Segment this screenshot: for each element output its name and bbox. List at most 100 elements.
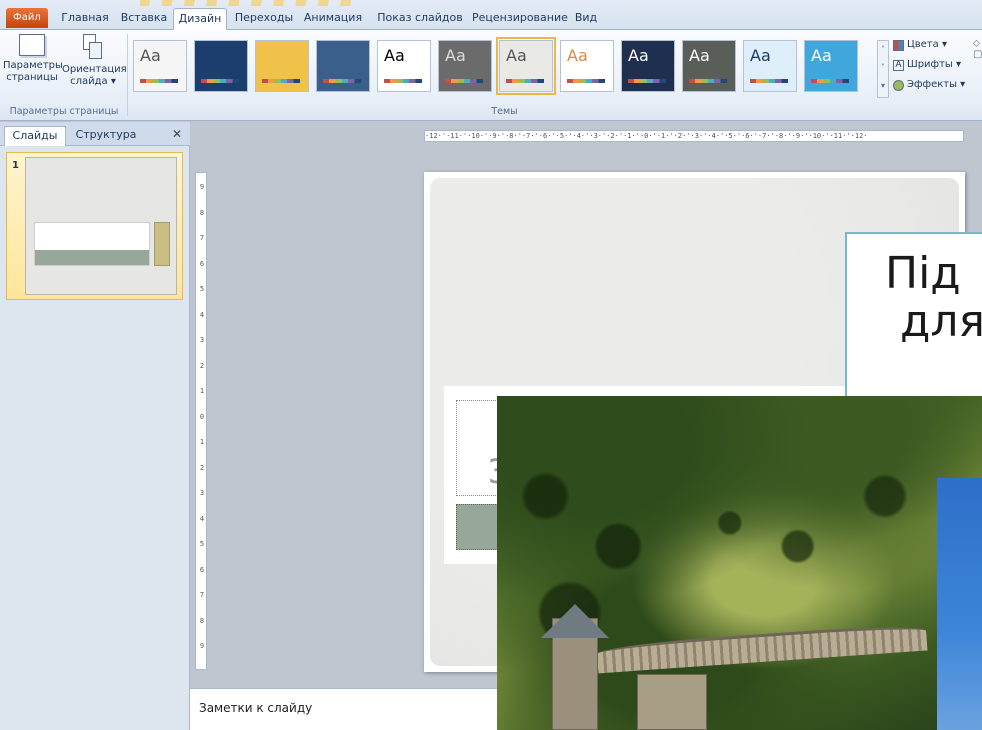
theme-thumbnail[interactable]: Aa bbox=[438, 40, 492, 92]
effects-icon bbox=[893, 79, 904, 91]
theme-effects-label: Эффекты ▾ bbox=[907, 79, 966, 90]
tab-transitions[interactable]: Переходы bbox=[232, 8, 296, 30]
vertical-ruler-tick: 2 bbox=[199, 463, 205, 472]
vertical-ruler-tick: 4 bbox=[199, 514, 205, 523]
theme-sample-text: Aa bbox=[750, 46, 771, 65]
theme-sample-text: Aa bbox=[445, 46, 466, 65]
theme-sample-text: Aa bbox=[567, 46, 588, 65]
theme-sample-text: Aa bbox=[811, 46, 832, 65]
theme-thumbnail[interactable] bbox=[194, 40, 248, 92]
slides-pane: Слайды Структура ✕ 1 bbox=[0, 122, 190, 730]
vertical-ruler-tick: 4 bbox=[199, 310, 205, 319]
vertical-ruler-tick: 8 bbox=[199, 616, 205, 625]
theme-color-strip bbox=[445, 79, 483, 83]
palette-icon bbox=[893, 39, 904, 51]
theme-sample-text: Aa bbox=[506, 46, 527, 65]
vertical-ruler-tick: 1 bbox=[199, 387, 205, 395]
theme-effects-button[interactable]: Эффекты ▾ bbox=[893, 75, 973, 95]
slide-number: 1 bbox=[12, 160, 19, 171]
vertical-ruler-tick: 0 bbox=[199, 412, 205, 421]
theme-colors-button[interactable]: Цвета ▾ bbox=[893, 35, 973, 55]
close-icon[interactable]: ✕ bbox=[172, 127, 182, 141]
ribbon-tab-bar: Файл Главная Вставка Дизайн Переходы Ани… bbox=[0, 0, 982, 31]
theme-thumbnail[interactable]: Aa bbox=[560, 40, 614, 92]
slide-orientation-label: Ориентация слайда ▾ bbox=[62, 64, 127, 87]
caption-line-2: для bbox=[900, 296, 982, 347]
tab-design[interactable]: Дизайн bbox=[173, 8, 227, 31]
page-setup-group-label: Параметры страницы bbox=[9, 106, 119, 117]
theme-sample-text: Aa bbox=[689, 46, 710, 65]
tab-outline[interactable]: Структура bbox=[70, 126, 142, 146]
vertical-ruler-tick: 3 bbox=[199, 489, 205, 497]
photo-sky-strip bbox=[937, 478, 982, 730]
tab-slideshow[interactable]: Показ слайдов bbox=[371, 8, 469, 30]
page-setup-label: Параметры страницы bbox=[3, 60, 63, 83]
horizontal-ruler[interactable]: ·12·'·11·'·10·'·9·'·8·'·7·'·6·'·5·'·4·'·… bbox=[424, 130, 964, 142]
vertical-ruler-tick: 8 bbox=[199, 208, 205, 217]
vertical-ruler-tick: 7 bbox=[199, 234, 205, 242]
slide-thumbnail-selected[interactable]: 1 bbox=[6, 152, 183, 300]
theme-thumbnail[interactable]: Aa bbox=[377, 40, 431, 92]
theme-sample-text: Aa bbox=[628, 46, 649, 65]
ribbon-design: Параметры страницы Ориентация слайда ▾ П… bbox=[0, 30, 982, 121]
tab-slides[interactable]: Слайды bbox=[4, 126, 66, 146]
theme-thumbnail[interactable]: Aa bbox=[496, 37, 556, 95]
group-separator bbox=[127, 34, 128, 116]
theme-thumbnail[interactable]: Aa bbox=[621, 40, 675, 92]
theme-color-strip bbox=[750, 79, 788, 83]
photo-tower-roof bbox=[541, 604, 609, 638]
tab-home[interactable]: Главная bbox=[58, 8, 112, 30]
theme-color-strip bbox=[811, 79, 849, 83]
page-setup-icon bbox=[19, 34, 45, 56]
title-bar-decoration bbox=[140, 0, 360, 6]
vertical-ruler-tick: 3 bbox=[199, 336, 205, 344]
theme-thumbnail[interactable]: Aa bbox=[682, 40, 736, 92]
caption-line-1: Під bbox=[885, 248, 961, 299]
tab-view[interactable]: Вид bbox=[571, 8, 601, 30]
slide-orientation-icon bbox=[83, 34, 103, 60]
photo-building bbox=[637, 674, 707, 730]
theme-color-strip bbox=[628, 79, 666, 83]
vertical-ruler-tick: 6 bbox=[199, 565, 205, 574]
tab-animation[interactable]: Анимация bbox=[300, 8, 366, 30]
theme-color-strip bbox=[201, 79, 239, 83]
theme-color-strip bbox=[140, 79, 178, 83]
theme-color-strip bbox=[506, 79, 544, 83]
tab-insert[interactable]: Вставка bbox=[117, 8, 171, 30]
theme-options: Цвета ▾ A Шрифты ▾ Эффекты ▾ bbox=[893, 35, 973, 95]
vertical-ruler[interactable]: 9 8 7 6 5 4 3 2 1 0 1 2 3 4 5 6 7 8 9 bbox=[195, 172, 207, 670]
slide-orientation-button[interactable]: Ориентация слайда ▾ bbox=[62, 34, 127, 88]
font-icon: A bbox=[893, 59, 904, 71]
vertical-ruler-tick: 1 bbox=[199, 438, 205, 446]
vertical-ruler-tick: 9 bbox=[199, 642, 205, 650]
theme-color-strip bbox=[689, 79, 727, 83]
thumbnail-subtitle-band bbox=[35, 250, 149, 265]
background-styles-icon[interactable]: ⬦ ▢ bbox=[973, 38, 982, 78]
slide-thumbnail[interactable] bbox=[25, 157, 177, 295]
themes-gallery-scroll[interactable]: ˄ ˅ ▾ bbox=[877, 40, 889, 98]
themes-group-label: Темы bbox=[491, 106, 518, 117]
theme-color-strip bbox=[323, 79, 361, 83]
vertical-ruler-tick: 7 bbox=[199, 591, 205, 599]
theme-color-strip bbox=[384, 79, 422, 83]
theme-fonts-button[interactable]: A Шрифты ▾ bbox=[893, 55, 973, 75]
tab-review[interactable]: Рецензирование bbox=[472, 8, 568, 30]
vertical-ruler-tick: 2 bbox=[199, 361, 205, 370]
theme-sample-text: Aa bbox=[384, 46, 405, 65]
castle-landscape-photo bbox=[497, 396, 982, 730]
vertical-ruler-tick: 5 bbox=[199, 540, 205, 548]
vertical-ruler-tick: 6 bbox=[199, 259, 205, 268]
tab-file[interactable]: Файл bbox=[6, 8, 48, 28]
theme-color-strip bbox=[567, 79, 605, 83]
theme-color-strip bbox=[262, 79, 300, 83]
page-setup-button[interactable]: Параметры страницы bbox=[3, 34, 63, 84]
theme-thumbnail[interactable] bbox=[316, 40, 370, 92]
theme-thumbnail[interactable] bbox=[255, 40, 309, 92]
vertical-ruler-tick: 9 bbox=[199, 183, 205, 191]
theme-thumbnail[interactable]: Aa bbox=[133, 40, 187, 92]
caption-image: Під для bbox=[845, 232, 982, 402]
theme-thumbnail[interactable]: Aa bbox=[743, 40, 797, 92]
theme-thumbnail[interactable]: Aa bbox=[804, 40, 858, 92]
vertical-ruler-tick: 5 bbox=[199, 285, 205, 293]
theme-sample-text: Aa bbox=[140, 46, 161, 65]
